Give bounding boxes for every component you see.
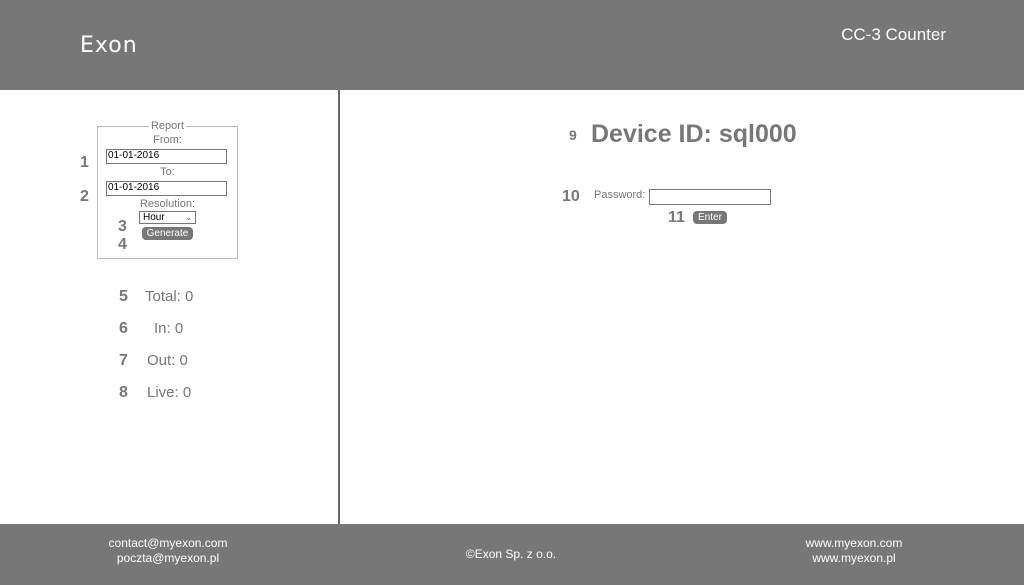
in-count: In: 0 xyxy=(154,320,184,337)
marker-6: 6 xyxy=(119,320,128,337)
website-pl-link[interactable]: www.myexon.pl xyxy=(790,551,918,566)
password-label: Password: xyxy=(594,189,646,201)
resolution-value: Hour xyxy=(143,212,165,223)
footer: contact@myexon.com poczta@myexon.pl ©Exo… xyxy=(0,524,1024,585)
device-id-title: Device ID: sql000 xyxy=(591,120,797,148)
report-panel: Report From: 01-01-2016 To: 01-01-2016 R… xyxy=(97,120,238,259)
marker-5: 5 xyxy=(119,288,128,305)
enter-button[interactable]: Enter xyxy=(693,211,727,224)
to-label: To: xyxy=(160,166,175,178)
marker-8: 8 xyxy=(119,384,128,401)
marker-7: 7 xyxy=(119,352,128,369)
marker-1: 1 xyxy=(80,154,89,171)
marker-2: 2 xyxy=(80,188,89,205)
live-count: Live: 0 xyxy=(147,384,192,401)
report-legend: Report xyxy=(150,120,185,132)
to-date-input[interactable]: 01-01-2016 xyxy=(106,181,227,196)
divider xyxy=(338,90,340,524)
exon-logo[interactable]: Exon xyxy=(80,33,138,58)
copyright: ©Exon Sp. z o.o. xyxy=(465,547,557,561)
chevron-down-icon: ⌄ xyxy=(185,213,192,222)
marker-9: 9 xyxy=(569,127,577,143)
resolution-select[interactable]: Hour ⌄ xyxy=(139,211,196,224)
header: Exon CC-3 Counter xyxy=(0,0,1024,90)
from-label: From: xyxy=(153,134,182,146)
from-date-input[interactable]: 01-01-2016 xyxy=(106,149,227,164)
generate-button[interactable]: Generate xyxy=(141,227,194,240)
app-title: CC-3 Counter xyxy=(841,25,946,44)
website-com-link[interactable]: www.myexon.com xyxy=(790,536,918,551)
marker-10: 10 xyxy=(562,188,580,205)
poczta-email-link[interactable]: poczta@myexon.pl xyxy=(100,551,236,566)
contact-email-link[interactable]: contact@myexon.com xyxy=(100,536,236,551)
password-input[interactable] xyxy=(649,189,771,205)
marker-11: 11 xyxy=(668,209,685,226)
out-count: Out: 0 xyxy=(147,352,188,369)
total-count: Total: 0 xyxy=(145,288,194,305)
resolution-label: Resolution: xyxy=(139,198,196,210)
